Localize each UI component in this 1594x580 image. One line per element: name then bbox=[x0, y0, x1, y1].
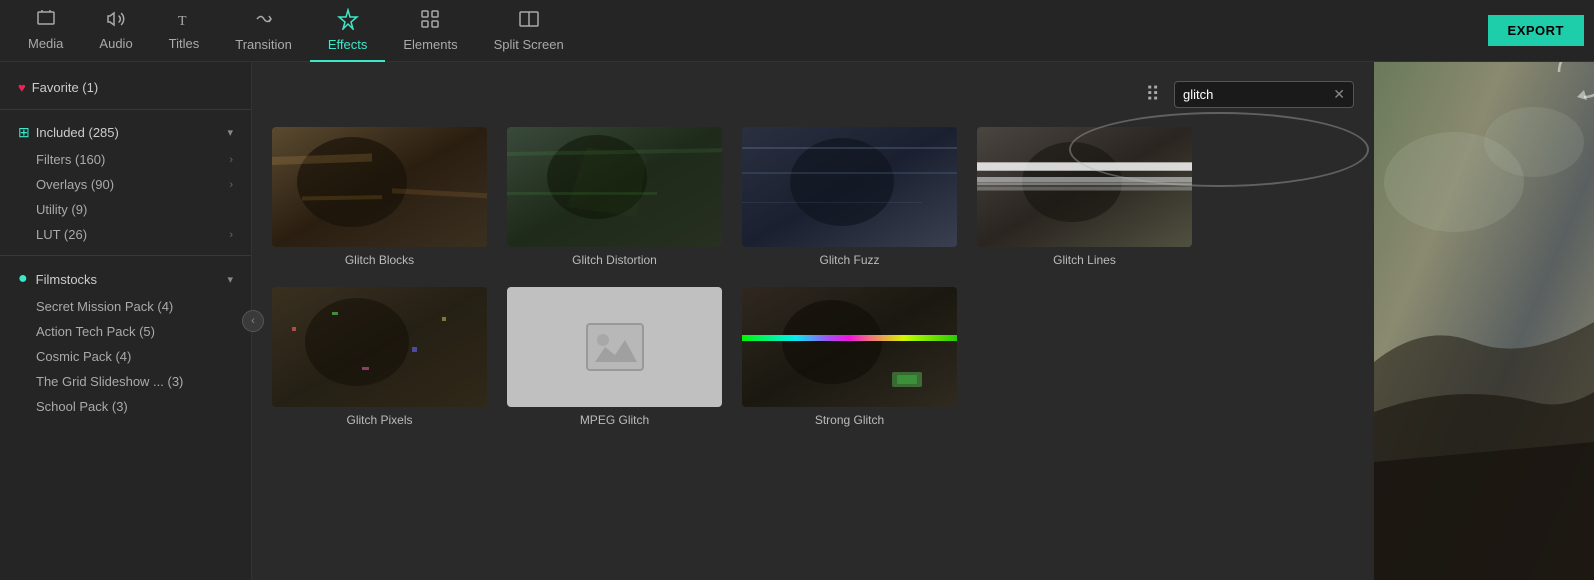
overlays-label: Overlays (90) bbox=[36, 177, 114, 192]
titles-icon: T bbox=[174, 9, 194, 32]
lut-label: LUT (26) bbox=[36, 227, 87, 242]
effect-item-glitch-lines[interactable]: Glitch Lines bbox=[977, 127, 1192, 267]
sidebar-school-pack[interactable]: School Pack (3) bbox=[0, 394, 251, 419]
titles-label: Titles bbox=[169, 36, 200, 51]
sidebar-filters[interactable]: Filters (160) › bbox=[0, 147, 251, 172]
effect-item-strong-glitch[interactable]: Strong Glitch bbox=[742, 287, 957, 427]
sidebar-secret-mission[interactable]: Secret Mission Pack (4) bbox=[0, 294, 251, 319]
main-content: ♥ Favorite (1) ⊞ Included (285) ▾ Filter… bbox=[0, 62, 1594, 580]
search-input[interactable] bbox=[1183, 87, 1327, 102]
glitch-lines-label: Glitch Lines bbox=[1053, 253, 1116, 267]
sidebar-included-section[interactable]: ⊞ Included (285) ▾ bbox=[0, 118, 251, 147]
glitch-blocks-thumbnail bbox=[272, 127, 487, 247]
media-label: Media bbox=[28, 36, 63, 51]
transition-label: Transition bbox=[235, 37, 292, 52]
strong-glitch-label: Strong Glitch bbox=[815, 413, 884, 427]
nav-item-elements[interactable]: Elements bbox=[385, 0, 475, 62]
glitch-fuzz-thumbnail bbox=[742, 127, 957, 247]
sidebar-lut[interactable]: LUT (26) › bbox=[0, 222, 251, 247]
chevron-right-icon-filters: › bbox=[229, 154, 233, 166]
search-input-wrap: ✕ bbox=[1174, 81, 1354, 108]
top-navigation: Media Audio T Titles Transition Effects … bbox=[0, 0, 1594, 62]
mpeg-glitch-thumbnail bbox=[507, 287, 722, 407]
included-label: Included (285) bbox=[36, 125, 119, 140]
utility-label: Utility (9) bbox=[36, 202, 87, 217]
preview-image bbox=[1374, 62, 1594, 580]
filmstock-icon: ● bbox=[18, 270, 28, 288]
sidebar-cosmic-pack[interactable]: Cosmic Pack (4) bbox=[0, 344, 251, 369]
chevron-down-icon: ▾ bbox=[227, 126, 233, 139]
grid-dots-button[interactable]: ⠿ bbox=[1141, 78, 1164, 111]
effect-item-mpeg-glitch[interactable]: MPEG Glitch bbox=[507, 287, 722, 427]
effect-item-glitch-pixels[interactable]: Glitch Pixels bbox=[272, 287, 487, 427]
filters-label: Filters (160) bbox=[36, 152, 105, 167]
glitch-lines-thumbnail bbox=[977, 127, 1192, 247]
export-button[interactable]: EXPORT bbox=[1488, 15, 1584, 46]
sidebar-divider-2 bbox=[0, 255, 251, 256]
split-screen-icon bbox=[518, 8, 540, 33]
glitch-pixels-label: Glitch Pixels bbox=[346, 413, 412, 427]
nav-item-effects[interactable]: Effects bbox=[310, 0, 386, 62]
sidebar-grid-slideshow[interactable]: The Grid Slideshow ... (3) bbox=[0, 369, 251, 394]
sidebar-divider-1 bbox=[0, 109, 251, 110]
chevron-right-icon-lut: › bbox=[229, 229, 233, 241]
nav-item-audio[interactable]: Audio bbox=[81, 0, 150, 62]
cosmic-pack-label: Cosmic Pack (4) bbox=[36, 349, 131, 364]
search-bar-container: ⠿ ✕ bbox=[272, 78, 1354, 111]
effect-item-glitch-fuzz[interactable]: Glitch Fuzz bbox=[742, 127, 957, 267]
effects-grid: Glitch Blocks bbox=[272, 127, 1354, 427]
glitch-distortion-label: Glitch Distortion bbox=[572, 253, 657, 267]
split-screen-label: Split Screen bbox=[494, 37, 564, 52]
sidebar-utility[interactable]: Utility (9) bbox=[0, 197, 251, 222]
chevron-down-icon-filmstocks: ▾ bbox=[227, 273, 233, 286]
media-icon bbox=[36, 9, 56, 32]
glitch-fuzz-label: Glitch Fuzz bbox=[819, 253, 879, 267]
secret-mission-label: Secret Mission Pack (4) bbox=[36, 299, 173, 314]
school-pack-label: School Pack (3) bbox=[36, 399, 128, 414]
glitch-distortion-thumbnail bbox=[507, 127, 722, 247]
sidebar: ♥ Favorite (1) ⊞ Included (285) ▾ Filter… bbox=[0, 62, 252, 580]
sidebar-collapse-button[interactable]: ‹ bbox=[242, 310, 264, 332]
nav-item-split-screen[interactable]: Split Screen bbox=[476, 0, 582, 62]
favorite-label: Favorite (1) bbox=[32, 80, 98, 95]
nav-item-transition[interactable]: Transition bbox=[217, 0, 310, 62]
svg-text:T: T bbox=[178, 14, 187, 29]
sidebar-favorite[interactable]: ♥ Favorite (1) bbox=[0, 74, 251, 101]
effects-area: ⠿ ✕ bbox=[252, 62, 1374, 580]
right-preview-panel bbox=[1374, 62, 1594, 580]
action-tech-label: Action Tech Pack (5) bbox=[36, 324, 155, 339]
effect-item-glitch-blocks[interactable]: Glitch Blocks bbox=[272, 127, 487, 267]
grid-icon: ⊞ bbox=[18, 124, 30, 141]
chevron-right-icon-overlays: › bbox=[229, 179, 233, 191]
effect-item-glitch-distortion[interactable]: Glitch Distortion bbox=[507, 127, 722, 267]
glitch-blocks-label: Glitch Blocks bbox=[345, 253, 414, 267]
collapse-icon: ‹ bbox=[251, 315, 255, 327]
heart-icon: ♥ bbox=[18, 80, 26, 95]
elements-label: Elements bbox=[403, 37, 457, 52]
strong-glitch-thumbnail bbox=[742, 287, 957, 407]
grid-slideshow-label: The Grid Slideshow ... (3) bbox=[36, 374, 183, 389]
nav-item-media[interactable]: Media bbox=[10, 0, 81, 62]
effects-icon bbox=[337, 8, 359, 33]
sidebar-action-tech[interactable]: Action Tech Pack (5) bbox=[0, 319, 251, 344]
sidebar-overlays[interactable]: Overlays (90) › bbox=[0, 172, 251, 197]
audio-label: Audio bbox=[99, 36, 132, 51]
audio-icon bbox=[106, 9, 126, 32]
nav-item-titles[interactable]: T Titles bbox=[151, 0, 218, 62]
filmstocks-label: Filmstocks bbox=[36, 272, 97, 287]
glitch-pixels-thumbnail bbox=[272, 287, 487, 407]
effects-label: Effects bbox=[328, 37, 368, 52]
clear-search-button[interactable]: ✕ bbox=[1333, 86, 1345, 103]
elements-icon bbox=[419, 8, 441, 33]
sidebar-filmstocks-section[interactable]: ● Filmstocks ▾ bbox=[0, 264, 251, 294]
transition-icon bbox=[253, 8, 275, 33]
mpeg-glitch-label: MPEG Glitch bbox=[580, 413, 649, 427]
